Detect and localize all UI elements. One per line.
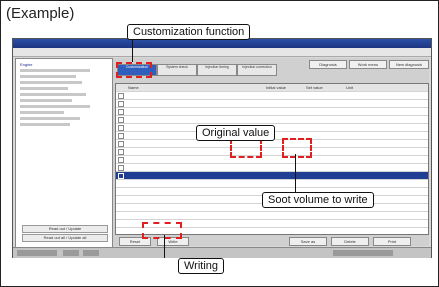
row-checkbox[interactable] xyxy=(118,141,124,147)
tree-item[interactable] xyxy=(20,69,90,72)
customization-table: Name Initial value Set value Unit xyxy=(115,83,429,235)
taskbar xyxy=(13,247,431,258)
delete-button[interactable]: Delete xyxy=(331,237,369,246)
table-row[interactable] xyxy=(116,212,428,220)
customization-tab-highlight xyxy=(116,62,152,78)
row-checkbox[interactable] xyxy=(118,117,124,123)
tree-item[interactable] xyxy=(20,99,72,102)
tree-item[interactable] xyxy=(20,111,64,114)
app-screenshot: Engine Read out / Update Read out all / … xyxy=(12,38,432,258)
menu-bar xyxy=(13,48,431,57)
table-row[interactable] xyxy=(116,156,428,164)
row-checkbox[interactable] xyxy=(118,173,124,179)
tree-root[interactable]: Engine xyxy=(20,62,32,67)
row-checkbox[interactable] xyxy=(118,133,124,139)
diagnosis-button[interactable]: Diagnosis xyxy=(309,60,347,69)
row-checkbox[interactable] xyxy=(118,149,124,155)
new-diagnosis-button[interactable]: New diagnosis xyxy=(389,60,429,69)
tree-item[interactable] xyxy=(20,117,80,120)
writing-leader-line xyxy=(164,235,165,258)
table-row[interactable] xyxy=(116,164,428,172)
row-checkbox[interactable] xyxy=(118,165,124,171)
selected-table-row[interactable] xyxy=(116,172,428,180)
row-checkbox[interactable] xyxy=(118,93,124,99)
original-value-callout: Original value xyxy=(196,125,276,141)
tab-system-check[interactable]: System check xyxy=(157,64,197,76)
table-row[interactable] xyxy=(116,108,428,116)
write-button-highlight xyxy=(142,222,182,239)
tab-injection-timing[interactable]: Injection timing xyxy=(197,64,237,76)
original-value-highlight xyxy=(230,138,262,158)
tree-item[interactable] xyxy=(20,87,68,90)
table-row[interactable] xyxy=(116,180,428,188)
work-menu-button[interactable]: Work menu xyxy=(349,60,387,69)
table-row[interactable] xyxy=(116,140,428,148)
taskbar-icon[interactable] xyxy=(63,250,79,256)
taskbar-icon[interactable] xyxy=(83,250,99,256)
tree-item[interactable] xyxy=(20,81,82,84)
start-button[interactable] xyxy=(17,250,57,256)
tree-item[interactable] xyxy=(20,105,90,108)
read-out-button[interactable]: Read out / Update xyxy=(22,225,108,233)
read-out-all-button[interactable]: Read out all / Update all xyxy=(22,234,108,242)
row-checkbox[interactable] xyxy=(118,101,124,107)
table-row[interactable] xyxy=(116,148,428,156)
header-unit: Unit xyxy=(346,85,354,90)
table-row[interactable] xyxy=(116,92,428,100)
example-label: (Example) xyxy=(6,5,75,22)
table-row[interactable] xyxy=(116,116,428,124)
save-as-button[interactable]: Save as xyxy=(289,237,327,246)
print-button[interactable]: Print xyxy=(373,237,411,246)
header-set: Set value xyxy=(306,85,323,90)
row-checkbox[interactable] xyxy=(118,157,124,163)
soot-volume-callout: Soot volume to write xyxy=(262,192,374,208)
soot-leader-line xyxy=(295,154,296,192)
row-checkbox[interactable] xyxy=(118,125,124,131)
tree-item[interactable] xyxy=(20,93,86,96)
row-checkbox[interactable] xyxy=(118,109,124,115)
soot-value-highlight xyxy=(282,138,312,158)
tree-item[interactable] xyxy=(20,123,70,126)
table-row[interactable] xyxy=(116,100,428,108)
table-header: Name Initial value Set value Unit xyxy=(116,84,428,92)
customization-callout: Customization function xyxy=(127,24,251,40)
left-tree-pane: Engine Read out / Update Read out all / … xyxy=(15,58,113,248)
window-titlebar xyxy=(13,39,431,48)
header-name: Name xyxy=(128,85,139,90)
header-initial: Initial value xyxy=(266,85,287,90)
tab-injection-correction[interactable]: Injection correction xyxy=(237,64,277,76)
main-area: Customization System check Injection tim… xyxy=(113,58,429,246)
tray-icons xyxy=(333,250,393,256)
tree-item[interactable] xyxy=(20,75,76,78)
writing-callout: Writing xyxy=(178,258,225,274)
